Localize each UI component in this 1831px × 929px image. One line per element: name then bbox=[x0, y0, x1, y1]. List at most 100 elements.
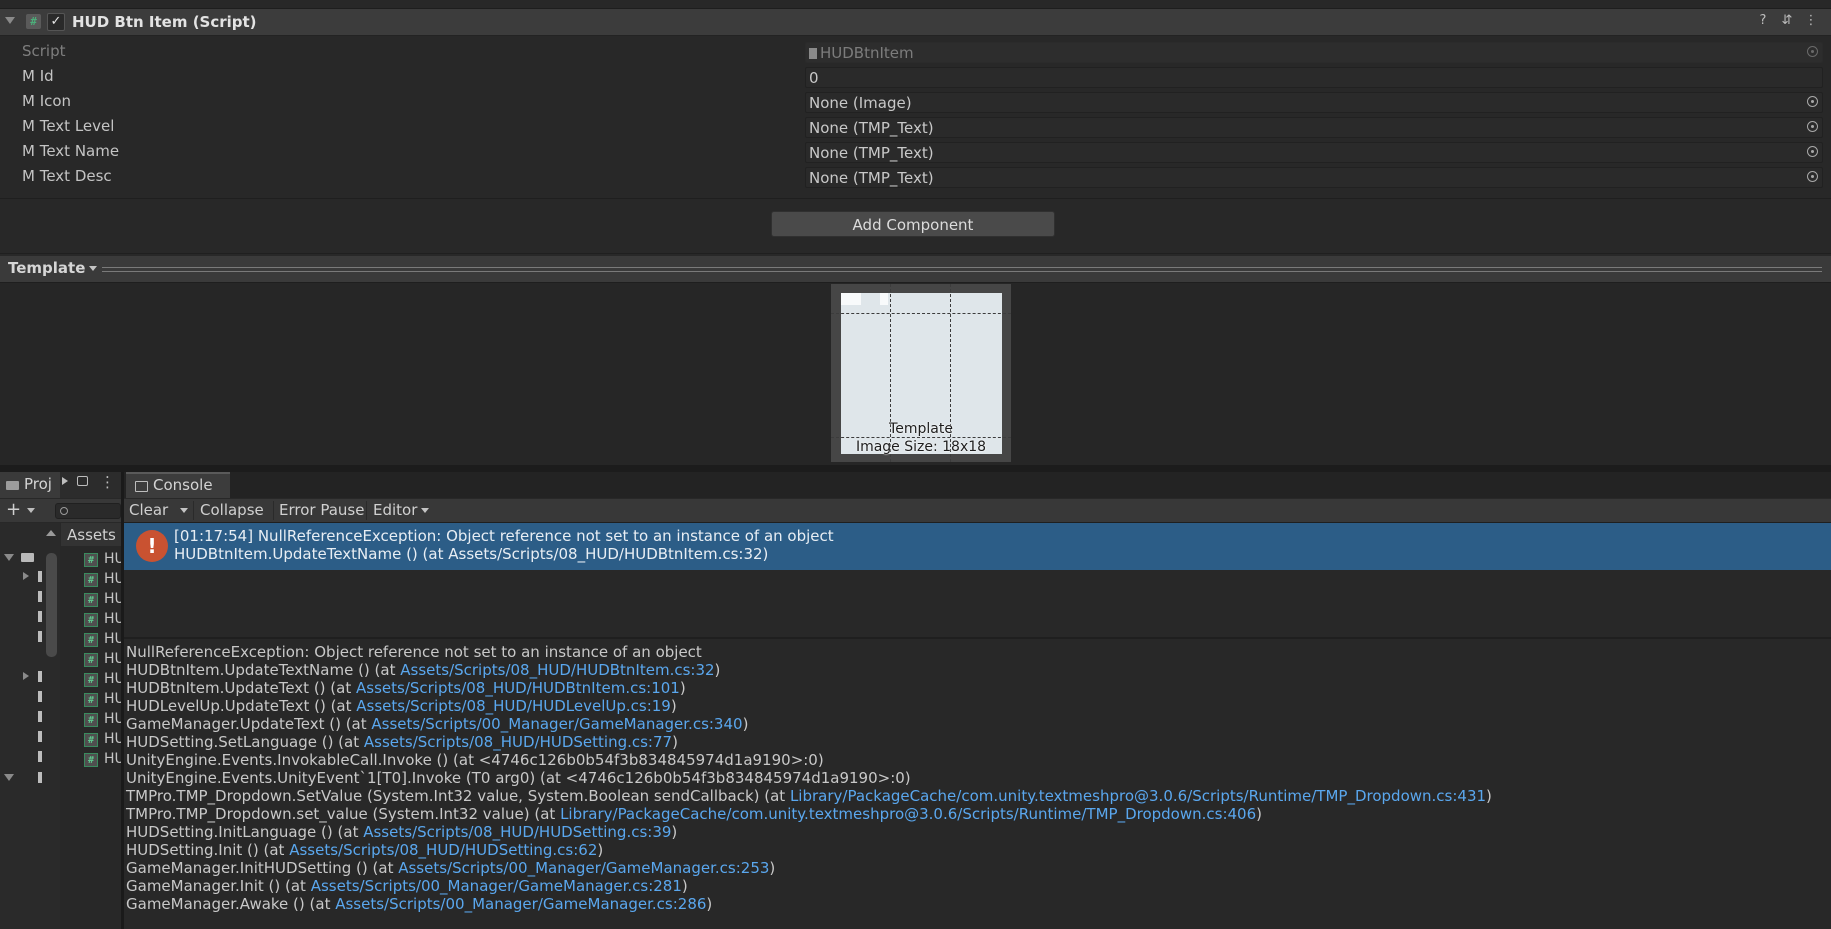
stacktrace-link[interactable]: Library/PackageCache/com.unity.textmeshp… bbox=[790, 787, 1486, 805]
scroll-up-icon[interactable] bbox=[46, 530, 56, 536]
stacktrace-link[interactable]: Assets/Scripts/08_HUD/HUDBtnItem.cs:101 bbox=[356, 679, 680, 697]
stacktrace-link[interactable]: Assets/Scripts/08_HUD/HUDBtnItem.cs:32 bbox=[400, 661, 714, 679]
script-icon: # bbox=[26, 14, 41, 29]
error-pause-button[interactable]: Error Pause bbox=[276, 499, 367, 522]
stacktrace-header: NullReferenceException: Object reference… bbox=[126, 643, 702, 661]
script-icon: # bbox=[84, 753, 98, 767]
m-icon-field-value: None (Image) bbox=[809, 94, 912, 112]
chevron-right-icon[interactable] bbox=[62, 477, 68, 485]
object-picker-icon[interactable] bbox=[1807, 121, 1818, 132]
preview-header: Template bbox=[0, 256, 1831, 283]
clear-options-chevron-icon[interactable] bbox=[180, 508, 188, 513]
console-tabbar bbox=[124, 472, 1831, 498]
script-icon: # bbox=[84, 613, 98, 627]
help-icon[interactable]: ? bbox=[1755, 13, 1771, 29]
texture-highlight bbox=[841, 293, 861, 305]
tab-console-label: Console bbox=[153, 476, 213, 494]
console-icon bbox=[135, 481, 148, 492]
stacktrace-link[interactable]: Assets/Scripts/08_HUD/HUDLevelUp.cs:19 bbox=[356, 697, 671, 715]
stacktrace-line: TMPro.TMP_Dropdown.set_value (System.Int… bbox=[126, 805, 1263, 823]
collapse-button[interactable]: Collapse bbox=[197, 499, 267, 522]
script-icon: # bbox=[84, 653, 98, 667]
object-picker-icon[interactable] bbox=[1807, 171, 1818, 182]
stacktrace-line: UnityEngine.Events.UnityEvent`1[T0].Invo… bbox=[126, 769, 911, 787]
stacktrace-line: HUDSetting.SetLanguage () (at Assets/Scr… bbox=[126, 733, 678, 751]
folder-icon bbox=[38, 611, 42, 622]
foldout-arrow-icon[interactable] bbox=[5, 17, 15, 24]
folder-icon bbox=[38, 631, 42, 642]
kebab-menu-icon[interactable]: ⋮ bbox=[100, 473, 115, 491]
prop-label-m-text-level: M Text Level bbox=[22, 117, 115, 135]
m-text-name-field[interactable]: None (TMP_Text) bbox=[805, 142, 1823, 163]
object-picker-icon[interactable] bbox=[1807, 96, 1818, 107]
project-search-input[interactable] bbox=[55, 503, 121, 519]
stacktrace-line: HUDSetting.Init () (at Assets/Scripts/08… bbox=[126, 841, 604, 859]
drag-handle[interactable] bbox=[102, 267, 1822, 268]
cs-file-icon bbox=[809, 48, 817, 59]
object-picker-icon[interactable] bbox=[1807, 146, 1818, 157]
m-id-field[interactable]: 0 bbox=[805, 67, 1823, 88]
script-field[interactable]: HUDBtnItem bbox=[805, 42, 1823, 63]
preset-icon[interactable]: ⇵ bbox=[1779, 13, 1795, 29]
folder-icon bbox=[38, 772, 42, 783]
texture-name: Template bbox=[889, 421, 953, 437]
kebab-menu-icon[interactable]: ⋮ bbox=[1803, 13, 1819, 29]
tree-expand-icon[interactable] bbox=[23, 672, 29, 680]
clear-button[interactable]: Clear bbox=[126, 499, 171, 522]
console-entry-message: [01:17:54] NullReferenceException: Objec… bbox=[174, 527, 834, 545]
tab-console[interactable]: Console bbox=[126, 472, 230, 498]
assets-breadcrumb[interactable]: Assets bbox=[61, 523, 121, 546]
stacktrace-line: HUDSetting.InitLanguage () (at Assets/Sc… bbox=[126, 823, 678, 841]
tab-project-label: Proj bbox=[24, 475, 52, 493]
divider bbox=[366, 501, 367, 520]
folder-icon bbox=[38, 751, 42, 762]
prop-label-m-icon: M Icon bbox=[22, 92, 72, 110]
stacktrace-link[interactable]: Assets/Scripts/00_Manager/GameManager.cs… bbox=[335, 895, 706, 913]
component-header[interactable]: # ✓ HUD Btn Item (Script) ? ⇵ ⋮ bbox=[0, 8, 1831, 36]
divider bbox=[273, 501, 274, 520]
folder-open-icon bbox=[21, 553, 34, 562]
chevron-down-icon bbox=[89, 266, 98, 271]
component-title: HUD Btn Item (Script) bbox=[72, 13, 257, 31]
script-icon: # bbox=[84, 733, 98, 747]
stacktrace-link[interactable]: Assets/Scripts/00_Manager/GameManager.cs… bbox=[398, 859, 769, 877]
preview-dropdown[interactable]: Template bbox=[8, 259, 98, 277]
folder-icon bbox=[38, 731, 42, 742]
lock-icon[interactable] bbox=[77, 476, 88, 486]
object-picker-icon[interactable] bbox=[1807, 46, 1818, 57]
m-text-desc-field[interactable]: None (TMP_Text) bbox=[805, 167, 1823, 188]
texture-size: Image Size: 18x18 bbox=[855, 439, 987, 455]
stacktrace-link[interactable]: Assets/Scripts/00_Manager/GameManager.cs… bbox=[311, 877, 682, 895]
stacktrace-link[interactable]: Assets/Scripts/08_HUD/HUDSetting.cs:62 bbox=[289, 841, 597, 859]
stacktrace-link[interactable]: Assets/Scripts/08_HUD/HUDSetting.cs:77 bbox=[364, 733, 672, 751]
stacktrace-line: HUDLevelUp.UpdateText () (at Assets/Scri… bbox=[126, 697, 677, 715]
editor-dropdown[interactable]: Editor bbox=[370, 499, 432, 522]
stacktrace-link[interactable]: Library/PackageCache/com.unity.textmeshp… bbox=[560, 805, 1256, 823]
m-text-level-field[interactable]: None (TMP_Text) bbox=[805, 117, 1823, 138]
prop-label-m-text-desc: M Text Desc bbox=[22, 167, 112, 185]
folder-icon bbox=[38, 591, 42, 602]
tree-scrollbar[interactable] bbox=[46, 553, 57, 657]
script-field-value: HUDBtnItem bbox=[820, 44, 914, 62]
script-icon: # bbox=[84, 713, 98, 727]
component-enabled-checkbox[interactable]: ✓ bbox=[47, 13, 65, 31]
plus-icon[interactable]: + bbox=[6, 499, 21, 521]
tree-expand-icon[interactable] bbox=[23, 572, 29, 580]
add-component-button[interactable]: Add Component bbox=[771, 211, 1055, 237]
folder-icon bbox=[38, 671, 42, 682]
console-list bbox=[124, 570, 1831, 637]
tab-project[interactable]: Proj bbox=[0, 472, 60, 498]
stacktrace-link[interactable]: Assets/Scripts/08_HUD/HUDSetting.cs:39 bbox=[363, 823, 671, 841]
texture-highlight bbox=[880, 293, 888, 305]
prop-label-m-text-name: M Text Name bbox=[22, 142, 120, 160]
drag-handle[interactable] bbox=[102, 271, 1822, 272]
m-icon-field[interactable]: None (Image) bbox=[805, 92, 1823, 113]
tree-expand-icon[interactable] bbox=[4, 774, 14, 781]
tree-expand-icon[interactable] bbox=[4, 554, 14, 561]
folder-icon bbox=[38, 571, 42, 582]
chevron-down-icon[interactable] bbox=[27, 508, 35, 513]
stacktrace-link[interactable]: Assets/Scripts/00_Manager/GameManager.cs… bbox=[371, 715, 742, 733]
prop-label-m-id: M Id bbox=[22, 67, 54, 85]
assets-label: Assets bbox=[67, 526, 116, 544]
panel-splitter[interactable] bbox=[0, 465, 1831, 472]
